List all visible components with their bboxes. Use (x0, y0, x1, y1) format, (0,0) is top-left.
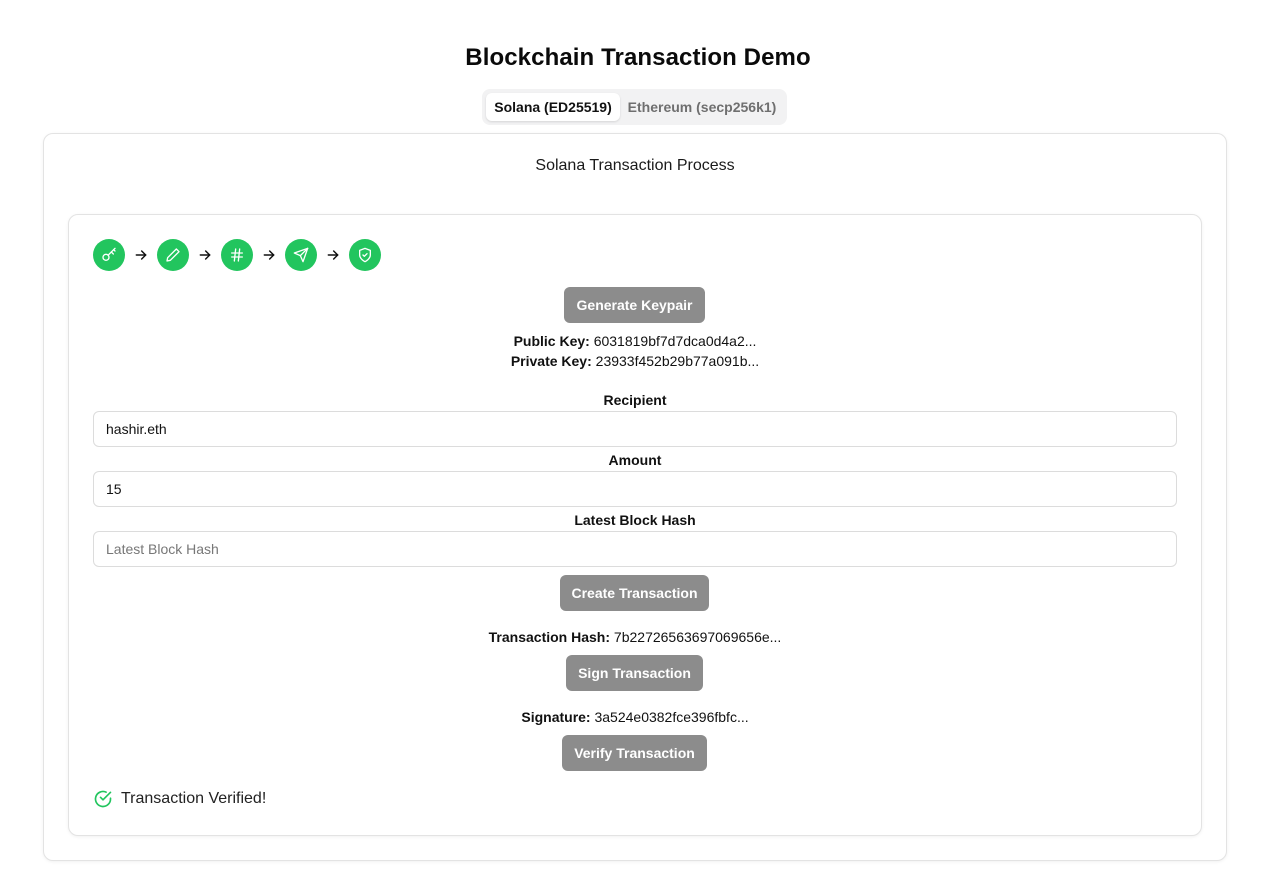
step-keypair (93, 239, 125, 271)
send-icon (293, 247, 309, 263)
card-title: Solana Transaction Process (535, 157, 735, 174)
step-create (157, 239, 189, 271)
sign-transaction-button[interactable]: Sign Transaction (566, 655, 703, 691)
tab-ethereum[interactable]: Ethereum (secp256k1) (622, 93, 782, 121)
signature-value: 3a524e0382fce396fbfc... (594, 709, 749, 725)
verification-status: Transaction Verified! (93, 789, 266, 809)
step-hash (221, 239, 253, 271)
signature-row: Signature: 3a524e0382fce396fbfc... (68, 709, 1202, 725)
generate-keypair-button[interactable]: Generate Keypair (564, 287, 705, 323)
signature-label: Signature: (521, 709, 591, 725)
arrow-right-icon (199, 250, 211, 260)
amount-label: Amount (608, 452, 662, 468)
amount-input[interactable] (93, 471, 1177, 507)
arrow-right-icon (135, 250, 147, 260)
private-key-value: 23933f452b29b77a091b... (595, 353, 760, 369)
public-key-value: 6031819bf7d7dca0d4a2... (593, 333, 757, 349)
block-hash-label: Latest Block Hash (574, 512, 696, 528)
transaction-hash-row: Transaction Hash: 7b22726563697069656e..… (68, 629, 1202, 645)
verify-transaction-button[interactable]: Verify Transaction (562, 735, 707, 771)
recipient-input[interactable] (93, 411, 1177, 447)
create-transaction-button[interactable]: Create Transaction (560, 575, 709, 611)
network-tabs: Solana (ED25519) Ethereum (secp256k1) (482, 89, 787, 125)
public-key-label: Public Key: (513, 333, 590, 349)
recipient-label: Recipient (603, 392, 667, 408)
step-verify (349, 239, 381, 271)
private-key-row: Private Key: 23933f452b29b77a091b... (68, 353, 1202, 369)
transaction-hash-label: Transaction Hash: (488, 629, 611, 645)
transaction-hash-value: 7b22726563697069656e... (613, 629, 782, 645)
tab-solana[interactable]: Solana (ED25519) (486, 93, 620, 121)
check-circle-icon (94, 790, 112, 808)
step-send (285, 239, 317, 271)
shield-check-icon (359, 247, 371, 263)
hash-icon (231, 248, 243, 262)
arrow-right-icon (263, 250, 275, 260)
public-key-row: Public Key: 6031819bf7d7dca0d4a2... (68, 333, 1202, 349)
key-icon (102, 247, 116, 261)
page-title: Blockchain Transaction Demo (465, 44, 811, 71)
arrow-right-icon (327, 250, 339, 260)
verification-message: Transaction Verified! (121, 790, 267, 807)
private-key-label: Private Key: (510, 353, 592, 369)
block-hash-input[interactable] (93, 531, 1177, 567)
pencil-icon (166, 248, 180, 262)
